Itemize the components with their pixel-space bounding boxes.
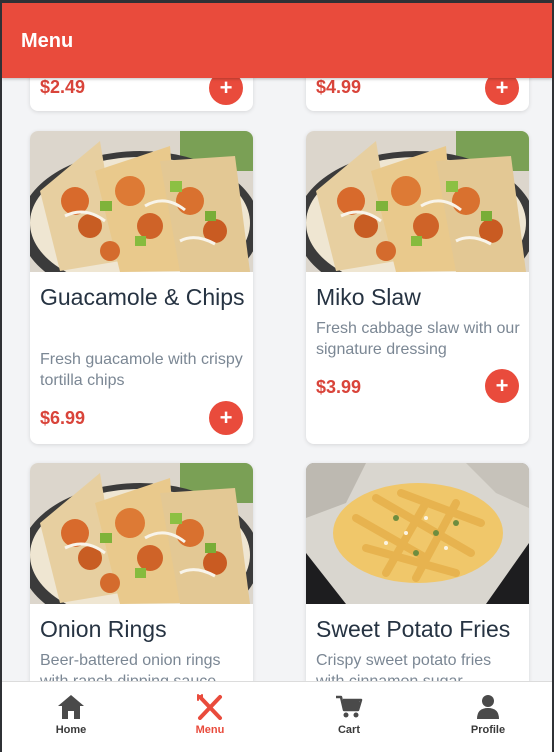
page-title: Menu bbox=[21, 30, 74, 52]
fork-knife-icon bbox=[197, 694, 222, 720]
bottom-nav: Home Menu Cart Profile bbox=[2, 681, 552, 752]
nav-profile[interactable]: Profile bbox=[443, 694, 533, 736]
menu-card[interactable]: Guacamole & Chips Fresh guacamole with c… bbox=[30, 131, 253, 444]
item-name: Guacamole & Chips bbox=[40, 284, 245, 310]
food-image bbox=[30, 463, 253, 604]
nav-label: Home bbox=[55, 724, 87, 736]
item-name: Onion Rings bbox=[40, 616, 167, 642]
add-to-cart-button[interactable]: + bbox=[209, 401, 243, 435]
item-price: $6.99 bbox=[40, 408, 86, 428]
add-to-cart-button[interactable]: + bbox=[485, 369, 519, 403]
menu-screen: Menu $2.49 + $4.99 + Guacamole & Chips F… bbox=[2, 3, 552, 752]
nav-label: Cart bbox=[337, 724, 360, 736]
home-icon bbox=[58, 695, 84, 719]
app-bar: Menu bbox=[2, 3, 552, 78]
nav-cart[interactable]: Cart bbox=[304, 694, 394, 736]
food-image bbox=[306, 131, 529, 272]
food-image bbox=[306, 463, 529, 604]
item-price: $3.99 bbox=[316, 377, 362, 397]
nav-label: Menu bbox=[195, 724, 225, 736]
item-name: Sweet Potato Fries bbox=[316, 616, 511, 642]
item-name: Miko Slaw bbox=[316, 284, 421, 310]
menu-card[interactable]: Miko Slaw Fresh cabbage slaw with our si… bbox=[306, 131, 529, 444]
item-description: Fresh cabbage slaw with our signature dr… bbox=[316, 320, 520, 358]
food-image bbox=[30, 131, 253, 272]
item-price: $2.49 bbox=[40, 77, 86, 97]
person-icon bbox=[477, 695, 499, 719]
cart-icon bbox=[336, 695, 363, 718]
item-description: Fresh guacamole with crispy tortilla chi… bbox=[40, 351, 243, 389]
nav-label: Profile bbox=[470, 724, 506, 736]
item-price: $4.99 bbox=[316, 77, 362, 97]
nav-menu[interactable]: Menu bbox=[165, 694, 255, 736]
nav-home[interactable]: Home bbox=[26, 694, 116, 736]
